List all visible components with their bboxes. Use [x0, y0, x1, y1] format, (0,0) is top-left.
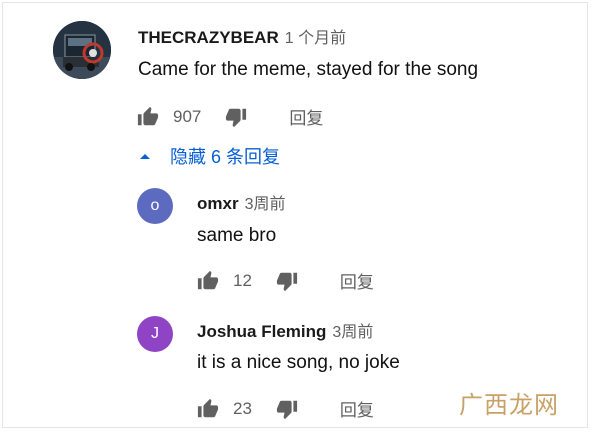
reply-actions: 12 回复: [197, 268, 374, 293]
dislike-button[interactable]: [225, 106, 247, 128]
comment-header: THECRAZYBEAR 1 个月前: [138, 24, 346, 48]
comment-actions: 907 回复: [137, 104, 323, 129]
reply-button[interactable]: 回复: [289, 104, 323, 129]
reply-header: Joshua Fleming 3周前: [197, 318, 373, 342]
like-count: 12: [233, 270, 252, 290]
hide-replies-label: 隐藏 6 条回复: [170, 147, 281, 167]
comment-time[interactable]: 1 个月前: [285, 30, 346, 47]
reply-button[interactable]: 回复: [340, 396, 374, 421]
reply-header: omxr 3周前: [197, 190, 285, 214]
comment-text: Came for the meme, stayed for the song: [138, 59, 479, 80]
avatar[interactable]: [53, 21, 111, 79]
reply-button[interactable]: 回复: [340, 268, 374, 293]
truck-avatar-icon: [53, 21, 111, 79]
like-count: 23: [233, 398, 252, 418]
like-button[interactable]: [197, 270, 219, 292]
dislike-button[interactable]: [276, 270, 298, 292]
reply-time[interactable]: 3周前: [332, 324, 373, 341]
caret-up-icon: [140, 154, 150, 159]
thumbs-up-icon: [137, 106, 159, 125]
avatar-initial: o: [150, 197, 160, 214]
avatar[interactable]: o: [137, 188, 173, 224]
avatar[interactable]: J: [137, 316, 173, 352]
reply-actions: 23 回复: [197, 396, 374, 421]
thumbs-down-icon: [276, 272, 298, 291]
like-button[interactable]: [137, 106, 159, 128]
reply-text: same bro: [197, 225, 277, 246]
reply-time[interactable]: 3周前: [245, 196, 286, 213]
avatar-initial: J: [151, 325, 159, 342]
thumbs-down-icon: [226, 108, 247, 127]
comment-author[interactable]: THECRAZYBEAR: [138, 28, 279, 47]
thumbs-up-icon: [197, 398, 219, 417]
reply-author[interactable]: Joshua Fleming: [197, 322, 326, 341]
thumbs-up-icon: [197, 270, 219, 289]
watermark: 广西龙网: [459, 391, 559, 419]
dislike-button[interactable]: [276, 398, 298, 420]
reply-text: it is a nice song, no joke: [197, 352, 400, 373]
reply-author[interactable]: omxr: [197, 194, 239, 213]
like-count: 907: [173, 106, 202, 126]
thumbs-down-icon: [276, 400, 298, 419]
like-button[interactable]: [197, 398, 219, 420]
hide-replies-toggle[interactable]: 隐藏 6 条回复: [138, 143, 280, 169]
